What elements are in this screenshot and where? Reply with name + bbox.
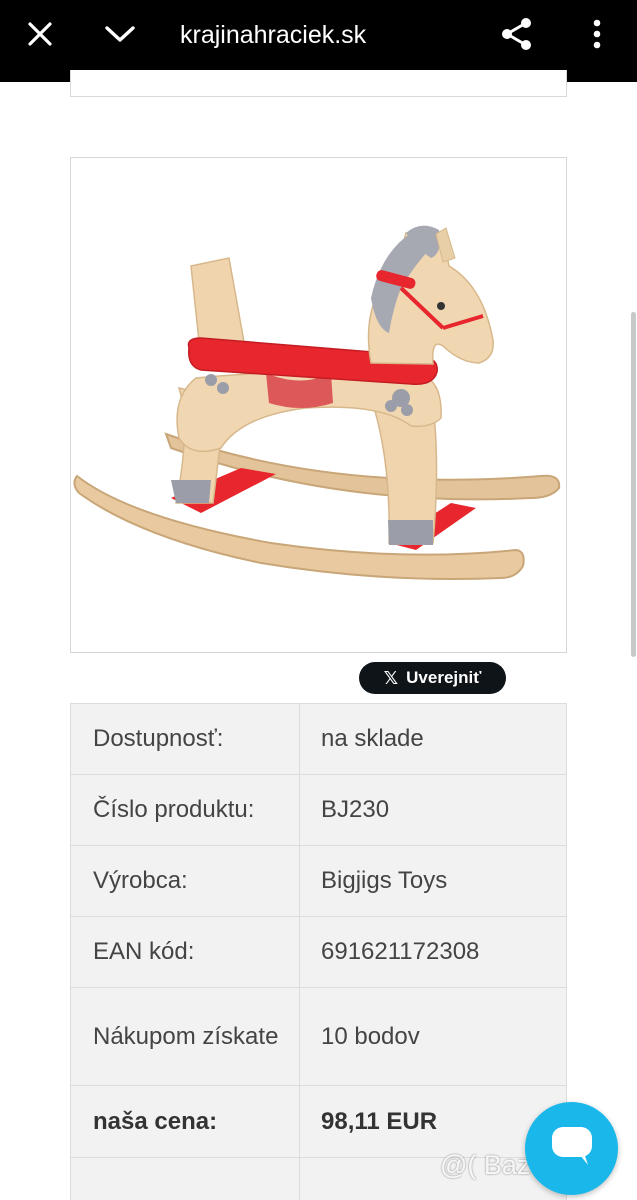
page-url[interactable]: krajinahraciek.sk [180, 18, 366, 52]
table-row-product-number: Číslo produktu: BJ230 [70, 774, 567, 846]
product-details-table: Dostupnosť: na sklade Číslo produktu: BJ… [70, 703, 567, 1200]
more-vert-icon [592, 18, 602, 55]
availability-label: Dostupnosť: [70, 703, 300, 775]
chevron-down-icon [104, 24, 136, 49]
x-share-label: Uverejniť [406, 668, 482, 687]
close-button[interactable] [15, 13, 65, 59]
table-row-ean: EAN kód: 691621172308 [70, 916, 567, 988]
ean-label: EAN kód: [70, 916, 300, 988]
table-row-price: naša cena: 98,11 EUR [70, 1085, 567, 1158]
x-logo-icon: 𝕏 [383, 667, 399, 688]
table-row-availability: Dostupnosť: na sklade [70, 703, 567, 775]
page-scrollbar[interactable] [631, 312, 636, 657]
chat-bubble-icon [550, 1125, 594, 1172]
empty-cell [70, 1157, 300, 1200]
table-row-points: Nákupom získate 10 bodov [70, 987, 567, 1086]
availability-value: na sklade [299, 703, 567, 775]
previous-section-box [70, 70, 567, 97]
product-image[interactable] [70, 157, 567, 653]
collapse-button[interactable] [95, 13, 145, 59]
table-row-manufacturer: Výrobca: Bigjigs Toys [70, 845, 567, 917]
price-label: naša cena: [70, 1085, 300, 1158]
chat-button[interactable] [525, 1102, 618, 1195]
points-label: Nákupom získate [70, 987, 300, 1086]
points-value: 10 bodov [299, 987, 567, 1086]
product-number-value: BJ230 [299, 774, 567, 846]
x-share-button[interactable]: 𝕏 Uverejniť [359, 662, 506, 694]
rocking-horse-illustration [73, 225, 561, 580]
manufacturer-label: Výrobca: [70, 845, 300, 917]
more-options-button[interactable] [572, 13, 622, 59]
manufacturer-value: Bigjigs Toys [299, 845, 567, 917]
ean-value: 691621172308 [299, 916, 567, 988]
share-button[interactable] [492, 13, 542, 59]
close-icon [26, 20, 54, 53]
product-number-label: Číslo produktu: [70, 774, 300, 846]
share-icon [500, 16, 534, 57]
